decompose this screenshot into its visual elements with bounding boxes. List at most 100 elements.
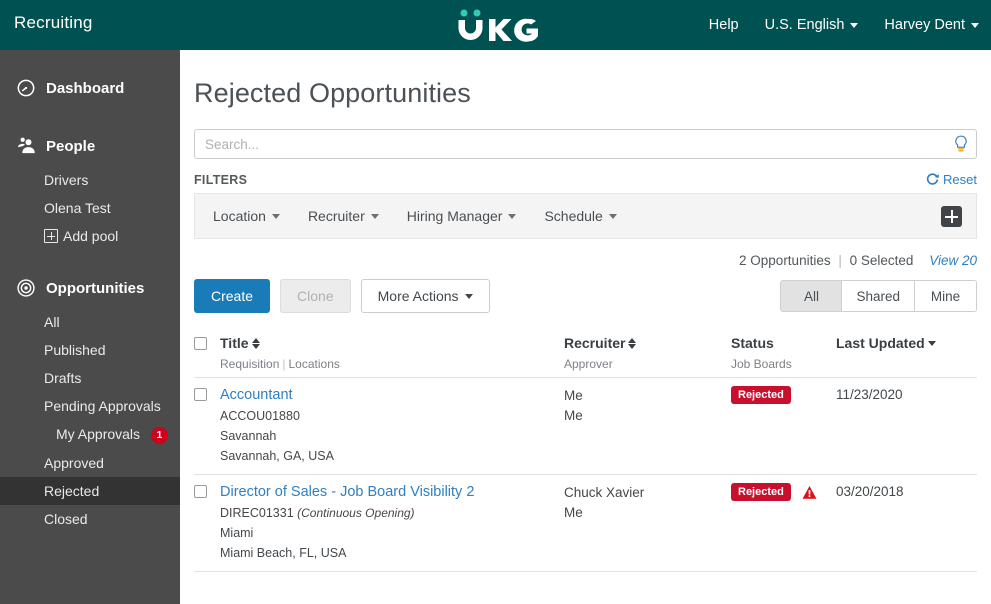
continuous-opening-label: (Continuous Opening)	[297, 506, 415, 520]
language-label: U.S. English	[764, 17, 845, 33]
sidebar-item-label: Pending Approvals	[44, 398, 161, 414]
view-page-size-link[interactable]: View 20	[929, 253, 977, 268]
main-content: Rejected Opportunities FILTERS Reset Loc…	[180, 50, 991, 604]
reset-label: Reset	[943, 172, 977, 187]
sidebar-group-opportunities: Opportunities All Published Drafts Pendi…	[0, 268, 180, 533]
my-approvals-count-badge: 1	[150, 427, 168, 444]
sidebar-item-label: My Approvals	[56, 426, 141, 442]
row-last-updated-cell: 03/20/2018	[836, 483, 977, 501]
sidebar-item-drafts[interactable]: Drafts	[0, 364, 180, 392]
row-recruiter-cell: Chuck Xavier Me	[564, 483, 731, 522]
row-title-cell: Accountant ACCOU01880 Savannah Savannah,…	[220, 386, 564, 464]
sidebar-item-rejected[interactable]: Rejected	[0, 477, 180, 505]
row-location-secondary: Miami Beach, FL, USA	[220, 546, 347, 560]
sidebar-item-opportunities[interactable]: Opportunities	[0, 268, 180, 308]
row-status-cell: Rejected	[731, 483, 836, 501]
add-filter-button[interactable]	[941, 206, 962, 227]
user-label: Harvey Dent	[884, 17, 965, 33]
warning-triangle-icon[interactable]	[802, 485, 817, 500]
filter-recruiter[interactable]: Recruiter	[308, 208, 379, 224]
select-all-cell	[194, 335, 220, 350]
scope-segmented-control: All Shared Mine	[780, 280, 977, 312]
sidebar-group-people: People Drivers Olena Test Add pool	[0, 126, 180, 250]
sidebar-item-label: Olena Test	[44, 200, 111, 216]
requisition-id: ACCOU01880	[220, 409, 300, 423]
people-icon	[18, 137, 35, 154]
row-checkbox[interactable]	[194, 485, 207, 498]
sidebar-item-closed[interactable]: Closed	[0, 505, 180, 533]
column-recruiter: Recruiter Approver	[564, 335, 731, 371]
column-title: Title Requisition | Locations	[220, 335, 564, 371]
sidebar-item-pending-approvals[interactable]: Pending Approvals	[0, 392, 180, 420]
filters-label: FILTERS	[194, 172, 248, 187]
sidebar-group-dashboard: Dashboard	[0, 68, 180, 108]
table-header-row: Title Requisition | Locations Recruiter Ap…	[194, 327, 977, 378]
sidebar-item-my-approvals[interactable]: My Approvals 1	[0, 420, 180, 449]
sidebar-item-label: Approved	[44, 455, 104, 471]
dashboard-clock-icon	[17, 79, 35, 97]
column-title-sort[interactable]: Title	[220, 335, 260, 351]
sidebar-item-approved[interactable]: Approved	[0, 449, 180, 477]
table-row[interactable]: Accountant ACCOU01880 Savannah Savannah,…	[194, 378, 977, 475]
bullseye-icon	[17, 279, 35, 297]
segment-all[interactable]: All	[781, 281, 843, 311]
language-menu[interactable]: U.S. English	[765, 17, 859, 33]
sidebar-item-published[interactable]: Published	[0, 336, 180, 364]
help-link[interactable]: Help	[709, 17, 739, 33]
sidebar-item-olena-test[interactable]: Olena Test	[0, 194, 180, 222]
plus-square-icon	[44, 229, 58, 243]
filter-label: Location	[213, 208, 266, 224]
reset-filters-button[interactable]: Reset	[926, 172, 977, 187]
user-menu[interactable]: Harvey Dent	[884, 17, 979, 33]
segment-shared[interactable]: Shared	[842, 281, 915, 311]
sidebar-item-add-pool[interactable]: Add pool	[0, 222, 180, 250]
sidebar-item-all[interactable]: All	[0, 308, 180, 336]
opportunity-link[interactable]: Accountant	[220, 387, 293, 403]
sidebar-item-people[interactable]: People	[0, 126, 180, 166]
column-recruiter-sort[interactable]: Recruiter	[564, 335, 637, 351]
row-checkbox[interactable]	[194, 388, 207, 401]
more-actions-button[interactable]: More Actions	[360, 279, 490, 313]
sidebar-item-drivers[interactable]: Drivers	[0, 166, 180, 194]
sidebar-item-dashboard[interactable]: Dashboard	[0, 68, 180, 108]
column-last-updated-sort[interactable]: Last Updated	[836, 335, 936, 351]
opportunity-link[interactable]: Director of Sales - Job Board Visibility…	[220, 484, 474, 500]
opportunities-count: 2 Opportunities	[739, 253, 831, 268]
clone-button[interactable]: Clone	[280, 279, 351, 313]
sidebar-item-label: People	[46, 137, 96, 155]
chevron-down-icon	[370, 214, 379, 219]
chevron-down-icon	[608, 214, 617, 219]
column-status: Status Job Boards	[731, 335, 836, 371]
help-label: Help	[708, 17, 739, 33]
more-actions-label: More Actions	[377, 288, 459, 304]
row-recruiter: Chuck Xavier	[564, 485, 645, 500]
filter-hiring-manager[interactable]: Hiring Manager	[407, 208, 517, 224]
sidebar-item-label: Drafts	[44, 370, 82, 386]
column-locations-label: Locations	[288, 357, 340, 371]
sidebar-nav: Dashboard People Drivers Olena Test Add …	[0, 50, 180, 604]
column-recruiter-label: Recruiter	[564, 335, 626, 351]
row-requisition: DIREC01331 (Continuous Opening)	[220, 505, 564, 521]
filter-location[interactable]: Location	[213, 208, 280, 224]
filter-bar: Location Recruiter Hiring Manager Schedu…	[194, 193, 977, 239]
sort-icon	[251, 337, 260, 350]
table-row[interactable]: Director of Sales - Job Board Visibility…	[194, 475, 977, 572]
row-location-secondary: Savannah, GA, USA	[220, 449, 334, 463]
filter-label: Schedule	[544, 208, 603, 224]
select-all-checkbox[interactable]	[194, 337, 207, 350]
sort-desc-icon	[927, 337, 936, 350]
create-button[interactable]: Create	[194, 279, 271, 313]
search-input[interactable]	[194, 129, 977, 159]
sidebar-item-label: All	[44, 314, 60, 330]
filter-schedule[interactable]: Schedule	[544, 208, 617, 224]
column-approver-label: Approver	[564, 357, 613, 371]
chevron-down-icon	[464, 294, 473, 299]
sidebar-item-label: Published	[44, 342, 106, 358]
segment-mine[interactable]: Mine	[915, 281, 976, 311]
table-toolbar: Create Clone More Actions All Shared Min…	[194, 279, 977, 313]
ukg-logo	[458, 9, 538, 42]
chevron-down-icon	[971, 23, 979, 28]
status-badge: Rejected	[731, 386, 791, 404]
lightbulb-icon[interactable]	[953, 135, 969, 153]
